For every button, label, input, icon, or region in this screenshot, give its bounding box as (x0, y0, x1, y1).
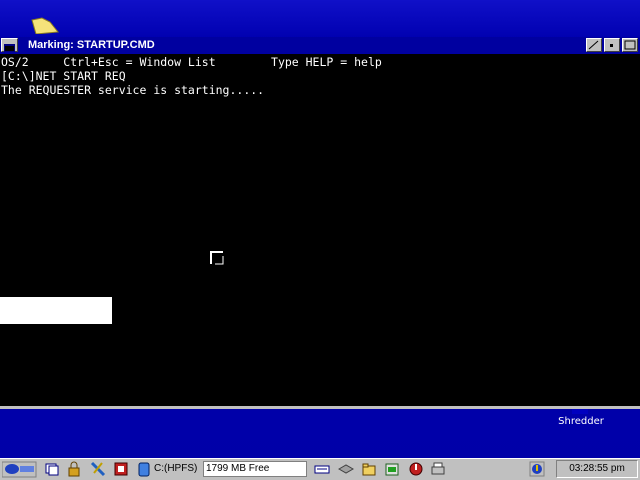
drive-icon[interactable] (136, 461, 152, 477)
console-window[interactable]: Marking: STARTUP.CMD OS/2 Ctrl+Esc = Win… (0, 37, 640, 409)
free-space-field[interactable]: 1799 MB Free (203, 461, 307, 477)
system-menu-icon[interactable] (1, 38, 18, 52)
lock-icon[interactable] (66, 461, 82, 477)
minimize-icon[interactable] (586, 38, 602, 52)
selection-block (0, 297, 112, 324)
clock[interactable]: 03:28:55 pm (556, 460, 638, 478)
cursor-icon (210, 251, 224, 265)
folders-icon[interactable] (361, 461, 377, 477)
shutdown-icon[interactable] (408, 461, 424, 477)
window-titlebar[interactable]: Marking: STARTUP.CMD (0, 37, 640, 55)
settings-icon[interactable] (113, 461, 129, 477)
tools-icon[interactable] (90, 461, 106, 477)
window-list-icon[interactable] (44, 461, 60, 477)
hide-button[interactable] (604, 38, 620, 52)
shredder-label[interactable]: Shredder (556, 416, 606, 427)
folder-icon[interactable] (30, 16, 60, 34)
console-line: OS/2 Ctrl+Esc = Window List Type HELP = … (1, 55, 382, 69)
warp-logo-icon[interactable] (2, 461, 38, 478)
console-output[interactable]: OS/2 Ctrl+Esc = Window List Type HELP = … (0, 54, 640, 406)
drives-icon[interactable] (338, 461, 354, 477)
help-icon[interactable] (529, 461, 545, 477)
console-line: [C:\]NET START REQ (1, 69, 126, 83)
keyboard-icon[interactable] (314, 461, 330, 477)
warpcenter-taskbar: C:(HPFS) 1799 MB Free 03:28:55 pm (0, 458, 640, 480)
window-border (0, 406, 640, 409)
drive-label[interactable]: C:(HPFS) (154, 463, 197, 474)
maximize-icon[interactable] (622, 38, 638, 52)
programs-icon[interactable] (384, 461, 400, 477)
printer-icon[interactable] (430, 461, 446, 477)
window-title: Marking: STARTUP.CMD (28, 39, 155, 51)
console-line: The REQUESTER service is starting..... (1, 83, 265, 97)
